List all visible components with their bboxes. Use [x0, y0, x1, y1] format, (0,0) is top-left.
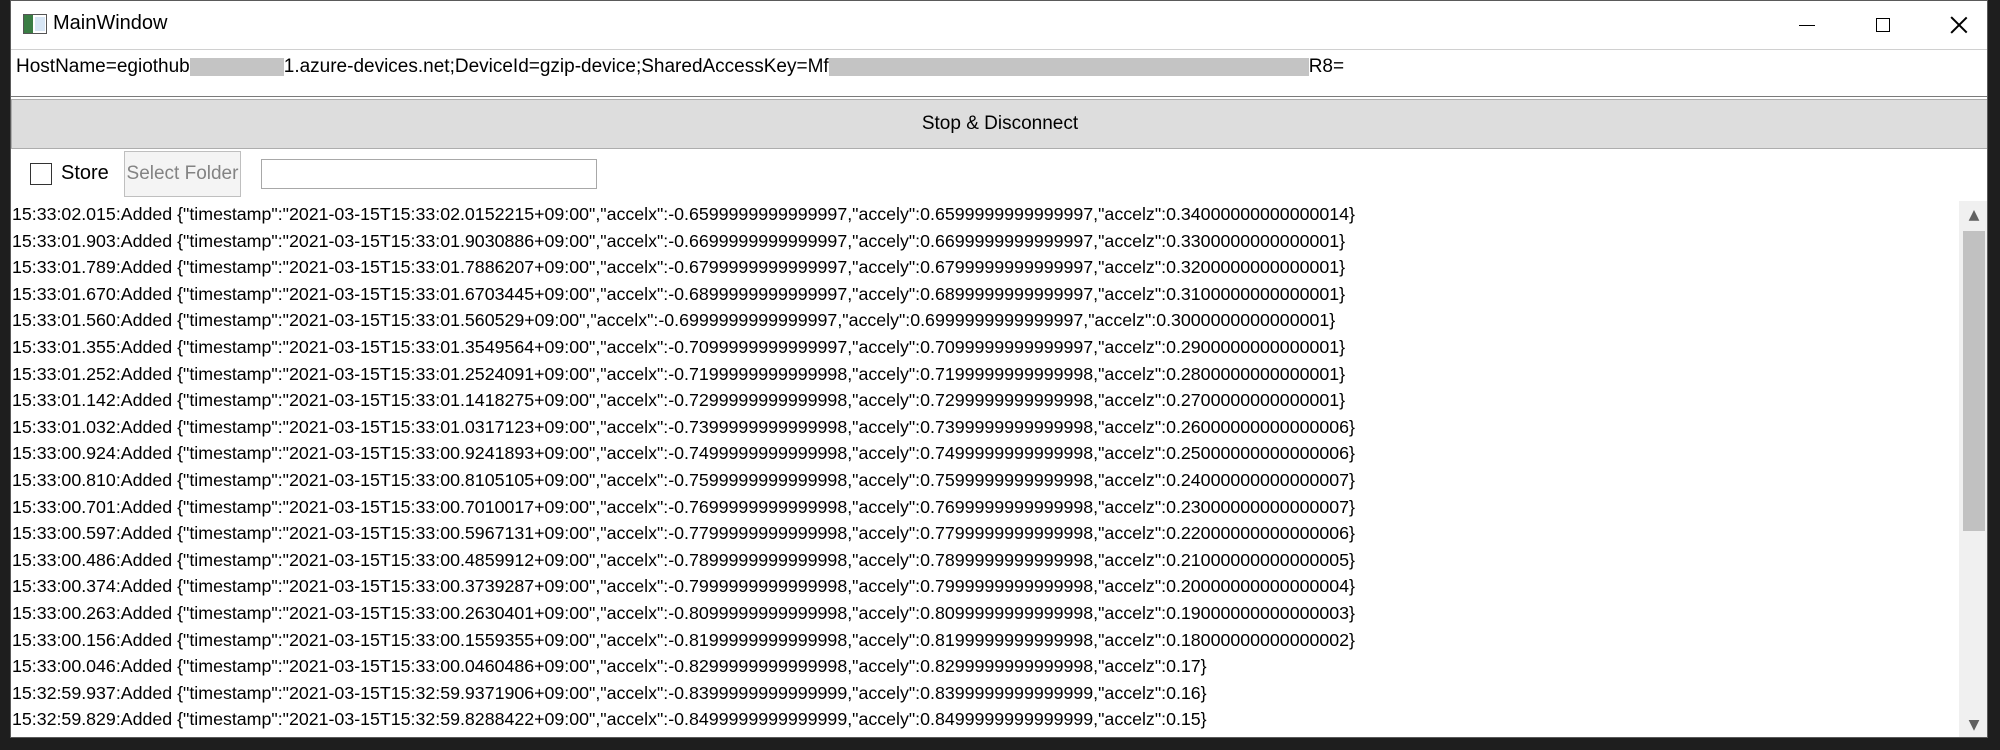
background-right — [1988, 0, 2000, 750]
app-icon — [23, 14, 47, 34]
log-line: 15:33:00.046:Added {"timestamp":"2021-03… — [12, 656, 1207, 677]
log-line: 15:32:59.937:Added {"timestamp":"2021-03… — [12, 682, 1207, 703]
log-line: 15:33:01.032:Added {"timestamp":"2021-03… — [12, 416, 1355, 437]
main-window: MainWindow HostName=egiothub 1.azure-devi… — [10, 0, 1988, 738]
log-line: 15:33:02.015:Added {"timestamp":"2021-03… — [12, 204, 1355, 224]
log-line: 15:32:59.829:Added {"timestamp":"2021-03… — [12, 709, 1207, 730]
window-title: MainWindow — [53, 12, 168, 34]
redacted-block — [189, 57, 284, 76]
select-folder-label: Select Folder — [126, 163, 239, 184]
log-line: 15:33:00.701:Added {"timestamp":"2021-03… — [12, 496, 1355, 517]
log-line: 15:33:00.374:Added {"timestamp":"2021-03… — [12, 576, 1355, 597]
scrollbar-thumb[interactable] — [1963, 231, 1985, 531]
title-bar[interactable]: MainWindow — [11, 1, 1987, 49]
log-line: 15:33:01.789:Added {"timestamp":"2021-03… — [12, 257, 1346, 278]
connection-string-prefix: HostName=egiothub — [16, 56, 190, 77]
redacted-block — [828, 57, 1309, 76]
stop-disconnect-label: Stop & Disconnect — [921, 113, 1079, 134]
connection-string-middle: 1.azure-devices.net;DeviceId=gzip-device… — [283, 56, 829, 77]
store-label: Store — [61, 162, 109, 184]
select-folder-button[interactable]: Select Folder — [124, 151, 241, 197]
log-line: 15:33:01.252:Added {"timestamp":"2021-03… — [12, 363, 1346, 384]
connection-string-suffix: R8= — [1308, 56, 1345, 77]
store-checkbox[interactable] — [30, 163, 52, 185]
connection-string-field[interactable]: HostName=egiothub 1.azure-devices.net;Dev… — [11, 49, 1987, 97]
log-line: 15:33:01.355:Added {"timestamp":"2021-03… — [12, 337, 1346, 357]
log-line: 15:33:00.263:Added {"timestamp":"2021-03… — [12, 603, 1355, 623]
log-line: 15:33:00.156:Added {"timestamp":"2021-03… — [12, 629, 1355, 650]
maximize-button[interactable] — [1845, 1, 1921, 49]
log-line: 15:33:01.560:Added {"timestamp":"2021-03… — [12, 310, 1336, 331]
log-line: 15:33:00.810:Added {"timestamp":"2021-03… — [12, 470, 1355, 490]
folder-path-input[interactable] — [261, 159, 597, 189]
maximize-icon — [1876, 18, 1890, 32]
log-line: 15:33:00.597:Added {"timestamp":"2021-03… — [12, 523, 1355, 544]
log-line: 15:33:01.670:Added {"timestamp":"2021-03… — [12, 283, 1346, 304]
stop-disconnect-button[interactable]: Stop & Disconnect — [11, 99, 1987, 149]
background-left — [0, 0, 10, 750]
log-line: 15:33:01.903:Added {"timestamp":"2021-03… — [12, 230, 1346, 251]
scroll-up-icon[interactable]: ▲ — [1959, 201, 1987, 229]
close-button[interactable] — [1921, 1, 1987, 49]
scroll-down-icon[interactable]: ▼ — [1959, 711, 1987, 737]
log-scrollbar[interactable]: ▲ ▼ — [1959, 201, 1987, 737]
log-list[interactable]: 15:33:02.015:Added {"timestamp":"2021-03… — [11, 201, 1959, 737]
minimize-button[interactable] — [1769, 1, 1845, 49]
log-line: 15:33:01.142:Added {"timestamp":"2021-03… — [12, 390, 1346, 411]
close-icon — [1950, 16, 1968, 34]
minimize-icon — [1799, 24, 1815, 26]
log-line: 15:33:00.486:Added {"timestamp":"2021-03… — [12, 549, 1355, 570]
log-line: 15:33:00.924:Added {"timestamp":"2021-03… — [12, 443, 1355, 464]
